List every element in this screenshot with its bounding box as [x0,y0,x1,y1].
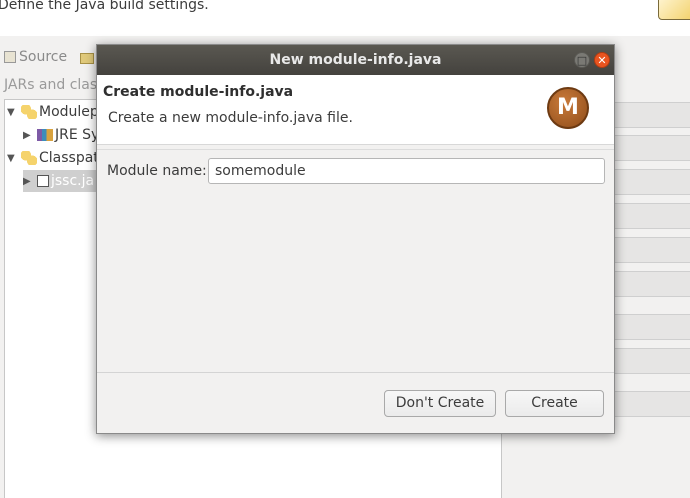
expanded-arrow-icon[interactable]: ▼ [7,153,21,164]
collapsed-arrow-icon[interactable]: ▶ [23,176,37,187]
create-button[interactable]: Create [505,390,604,417]
page-description: Define the Java build settings. [0,0,209,13]
dialog-title: Create module-info.java [103,84,294,100]
header-divider [97,149,614,150]
dont-create-button[interactable]: Don't Create [384,390,496,417]
tab-source[interactable]: Source [4,49,67,65]
tree-item-jssc-jar[interactable]: ▶ jssc.ja [23,170,103,192]
module-name-label: Module name: [107,163,207,179]
tree-item-label: jssc.ja [51,173,95,189]
maximize-icon[interactable]: □ [574,52,590,68]
module-name-input[interactable] [208,158,605,184]
button-bar-divider [97,372,614,373]
tree-item-label: Modulep [39,104,99,120]
tree-item-modulepath[interactable]: ▼ Modulep [7,101,99,123]
expanded-arrow-icon[interactable]: ▼ [7,107,21,118]
tree-item-jre[interactable]: ▶ JRE Sy [23,124,99,146]
tab-source-label: Source [19,49,68,65]
tree-item-label: JRE Sy [55,127,100,143]
jars-label: JARs and clas [4,77,98,93]
dialog-titlebar[interactable]: New module-info.java □ ✕ [97,45,614,75]
tree-item-label: Classpat [39,150,99,166]
module-logo-icon: M [547,87,589,129]
new-module-info-dialog: New module-info.java □ ✕ Create module-i… [96,44,615,434]
dialog-window-title: New module-info.java [269,52,442,68]
source-folder-icon [4,51,16,63]
page-header: Define the Java build settings. [0,0,690,36]
dialog-header: Create module-info.java Create a new mod… [97,75,614,145]
jre-library-icon [37,129,53,141]
dialog-message: Create a new module-info.java file. [108,110,353,126]
collapsed-arrow-icon[interactable]: ▶ [23,130,37,141]
wizard-banner-icon [658,0,690,20]
close-icon[interactable]: ✕ [594,52,610,68]
classpath-icon [21,151,37,165]
jar-icon [37,175,49,187]
tab-projects-icon[interactable] [80,53,94,64]
modulepath-icon [21,105,37,119]
tree-item-classpath[interactable]: ▼ Classpat [7,147,99,169]
